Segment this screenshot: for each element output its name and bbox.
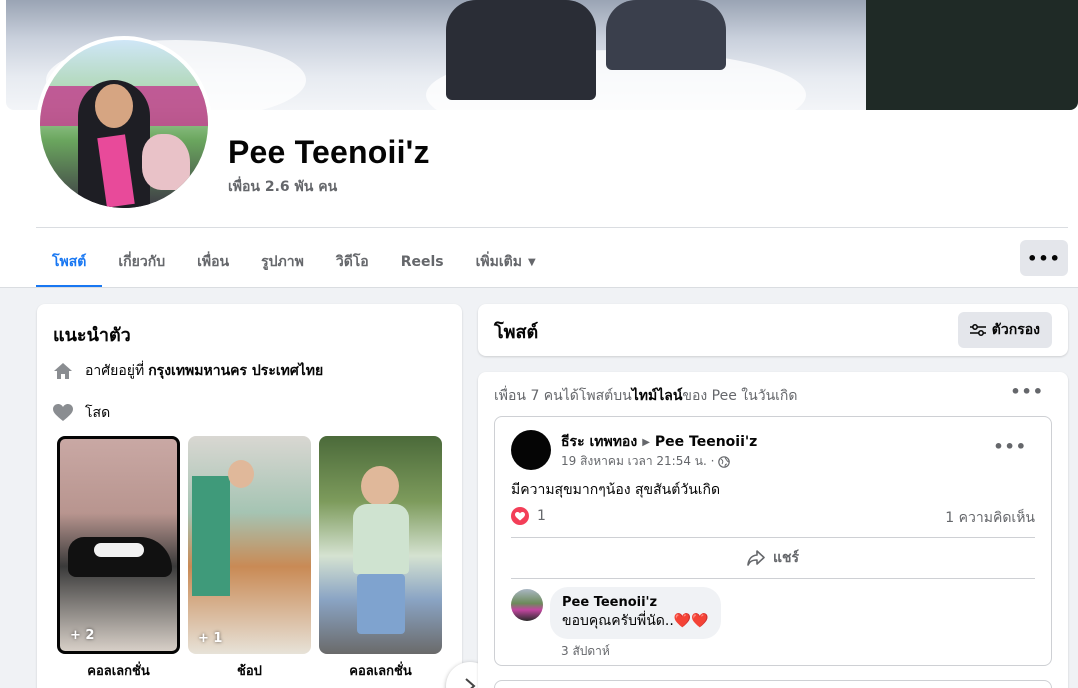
feed-options-button[interactable]: ••• (1010, 382, 1044, 401)
header-divider (36, 227, 1068, 228)
feed-header: เพื่อน 7 คนได้โพสต์บนไทม์ไลน์ของ Pee ในว… (494, 385, 798, 407)
filter-button[interactable]: ตัวกรอง (957, 312, 1052, 348)
lives-prefix: อาศัยอยู่ที่ (85, 363, 145, 379)
relationship-status: โสด (85, 405, 111, 421)
posts-header-card: โพสต์ ตัวกรอง (478, 304, 1068, 356)
globe-icon (718, 455, 731, 468)
lives-place[interactable]: กรุงเทพมหานคร ประเทศไทย (148, 360, 323, 382)
avatar-face (95, 84, 133, 128)
tab-reels[interactable]: Reels (385, 236, 460, 288)
featured-item[interactable]: + 1 (188, 436, 311, 654)
featured-child-body (353, 504, 409, 574)
post-divider (511, 578, 1035, 579)
feed-header-timeline[interactable]: ไทม์ไลน์ (632, 388, 683, 404)
post: ธีระ เทพทอง ▶ Pee Teenoii'z 19 สิงหาคม เ… (494, 416, 1052, 666)
tab-label: Reels (400, 254, 444, 270)
post-author-line: ธีระ เทพทอง ▶ Pee Teenoii'z (561, 431, 757, 453)
header-bottom-border (0, 287, 1078, 288)
post-reactions[interactable]: 1 (511, 507, 546, 525)
caret-down-icon: ▼ (527, 256, 536, 268)
tab-label: เพิ่มเติม (475, 254, 522, 270)
post-text: มีความสุขมากๆน้อง สุขสันต์วันเกิด (511, 482, 721, 498)
profile-avatar[interactable] (36, 36, 212, 212)
post-timestamp: 19 สิงหาคม เวลา 21:54 น. · (561, 452, 731, 471)
tab-label: โพสต์ (52, 254, 87, 270)
comment-text: ขอบคุณครับพี่นัด..❤️❤️ (562, 613, 709, 629)
more-options-button[interactable]: ••• (1020, 240, 1068, 276)
profile-name: Pee Teenoii'z (228, 134, 430, 170)
intro-title: แนะนำตัว (53, 325, 131, 346)
share-icon (747, 550, 765, 566)
profile-picture (40, 40, 208, 208)
post-target[interactable]: Pee Teenoii'z (655, 434, 757, 450)
featured-boxes (192, 476, 230, 596)
featured-item[interactable]: + 2 (57, 436, 180, 654)
heart-icon (53, 403, 73, 423)
post-divider (511, 537, 1035, 538)
feed-header-suffix: ของ Pee ในวันเกิด (682, 388, 798, 404)
tab-label: เพื่อน (197, 254, 230, 270)
tab-videos[interactable]: วิดีโอ (320, 236, 385, 288)
tab-label: รูปภาพ (261, 254, 304, 270)
share-button[interactable]: แชร์ (511, 541, 1035, 575)
featured-label: คอลเลกชั่น (349, 664, 412, 679)
post-author-avatar[interactable] (511, 430, 551, 470)
heart-reaction-icon (511, 507, 529, 525)
featured-shoe-detail (94, 543, 144, 557)
intro-relationship: โสด (53, 402, 110, 424)
friends-count[interactable]: เพื่อน 2.6 พัน คน (228, 176, 337, 198)
avatar-bouquet (142, 134, 190, 190)
featured-item[interactable] (319, 436, 442, 654)
next-post-card (494, 680, 1052, 688)
featured-child-head (361, 466, 399, 506)
cover-person (606, 0, 726, 70)
tab-label: เกี่ยวกับ (118, 254, 166, 270)
feed-header-prefix: เพื่อน 7 คนได้โพสต์บน (494, 388, 632, 404)
comment-time[interactable]: 3 สัปดาห์ (561, 642, 610, 661)
tab-about[interactable]: เกี่ยวกับ (102, 236, 181, 288)
cover-shadow (866, 0, 1078, 110)
featured-label: คอลเลกชั่น (87, 664, 150, 679)
filter-icon (969, 323, 986, 337)
comment-author[interactable]: Pee Teenoii'z (562, 595, 709, 611)
filter-label: ตัวกรอง (991, 322, 1040, 338)
featured-count: + 1 (198, 631, 223, 646)
profile-tabs: โพสต์ เกี่ยวกับ เพื่อน รูปภาพ วิดีโอ Ree… (36, 236, 552, 288)
featured-child-legs (357, 574, 405, 634)
post-time-text[interactable]: 19 สิงหาคม เวลา 21:54 น. · (561, 452, 714, 471)
share-label: แชร์ (772, 550, 800, 566)
birthday-posts-card: เพื่อน 7 คนได้โพสต์บนไทม์ไลน์ของ Pee ในว… (478, 372, 1068, 688)
tab-friends[interactable]: เพื่อน (181, 236, 245, 288)
intro-card: แนะนำตัว อาศัยอยู่ที่ กรุงเทพมหานคร ประเ… (37, 304, 494, 688)
intro-lives-in: อาศัยอยู่ที่ กรุงเทพมหานคร ประเทศไทย (53, 360, 323, 382)
more-icon: ••• (1027, 248, 1061, 268)
tab-more[interactable]: เพิ่มเติม ▼ (460, 236, 552, 288)
play-right-icon: ▶ (642, 436, 650, 448)
tab-posts[interactable]: โพสต์ (36, 236, 103, 288)
post-options-button[interactable]: ••• (993, 437, 1027, 456)
featured-child (228, 460, 254, 488)
comments-count[interactable]: 1 ความคิดเห็น (945, 507, 1035, 529)
featured-count: + 2 (70, 628, 95, 643)
home-icon (53, 361, 73, 381)
comment-author-avatar[interactable] (511, 589, 543, 621)
posts-title: โพสต์ (494, 322, 539, 343)
comment-bubble: Pee Teenoii'z ขอบคุณครับพี่นัด..❤️❤️ (550, 587, 721, 639)
featured-label: ช้อป (237, 664, 262, 679)
post-author[interactable]: ธีระ เทพทอง (561, 431, 637, 453)
cover-person (446, 0, 596, 100)
tab-photos[interactable]: รูปภาพ (245, 236, 320, 288)
reaction-count: 1 (537, 508, 546, 524)
tab-label: วิดีโอ (335, 254, 369, 270)
